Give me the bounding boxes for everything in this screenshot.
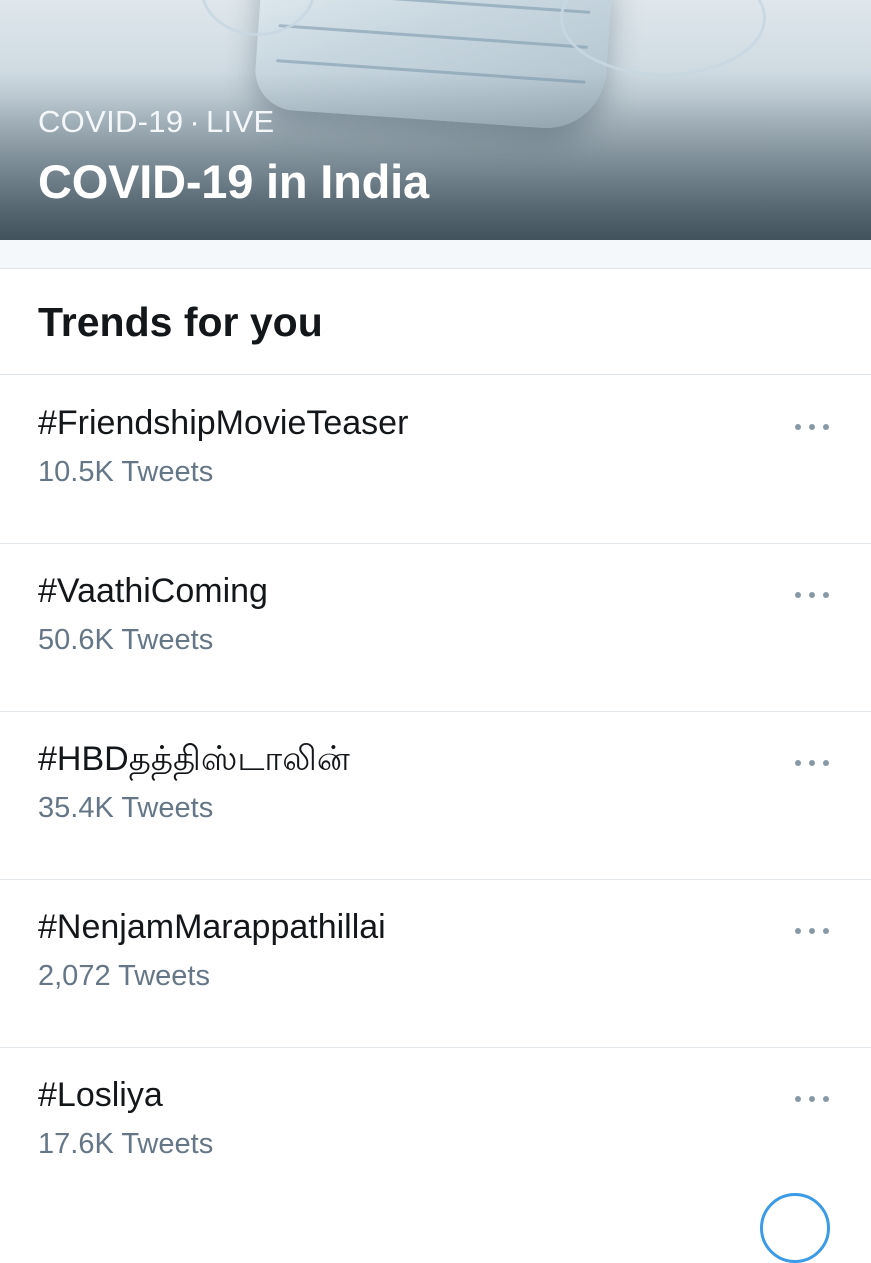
trend-tweet-count: 50.6K Tweets — [38, 624, 214, 656]
explore-hero-banner[interactable]: COVID-19 · LIVE COVID-19 in India — [0, 0, 871, 240]
trend-name: #NenjamMarappathillai — [38, 908, 386, 946]
hero-category: COVID-19 — [38, 104, 184, 139]
hero-meta: COVID-19 · LIVE — [38, 104, 274, 140]
trend-tweet-count: 2,072 Tweets — [38, 960, 210, 992]
more-horizontal-icon[interactable] — [795, 423, 829, 431]
compose-tweet-button[interactable] — [760, 1193, 830, 1263]
section-title: Trends for you — [38, 299, 323, 345]
hero-title: COVID-19 in India — [38, 155, 429, 208]
trend-tweet-count: 17.6K Tweets — [38, 1128, 214, 1160]
trend-tweet-count: 35.4K Tweets — [38, 792, 214, 824]
trend-name: #Losliya — [38, 1076, 163, 1114]
trend-item[interactable]: #HBDதத்திஸ்டாலின் 35.4K Tweets — [0, 712, 871, 880]
more-horizontal-icon[interactable] — [795, 591, 829, 599]
section-spacer — [0, 240, 871, 269]
more-horizontal-icon[interactable] — [795, 759, 829, 767]
trend-item[interactable]: #Losliya 17.6K Tweets — [0, 1048, 871, 1216]
hero-separator: · — [189, 104, 201, 139]
trend-name: #FriendshipMovieTeaser — [38, 404, 409, 442]
trend-item[interactable]: #FriendshipMovieTeaser 10.5K Tweets — [0, 376, 871, 544]
trend-item[interactable]: #VaathiComing 50.6K Tweets — [0, 544, 871, 712]
trend-name: #HBDதத்திஸ்டாலின் — [38, 740, 350, 778]
hero-status: LIVE — [206, 104, 275, 139]
trend-item[interactable]: #NenjamMarappathillai 2,072 Tweets — [0, 880, 871, 1048]
more-horizontal-icon[interactable] — [795, 1095, 829, 1103]
trend-tweet-count: 10.5K Tweets — [38, 456, 214, 488]
trend-name: #VaathiComing — [38, 572, 268, 610]
trends-section-header: Trends for you — [0, 269, 871, 375]
more-horizontal-icon[interactable] — [795, 927, 829, 935]
